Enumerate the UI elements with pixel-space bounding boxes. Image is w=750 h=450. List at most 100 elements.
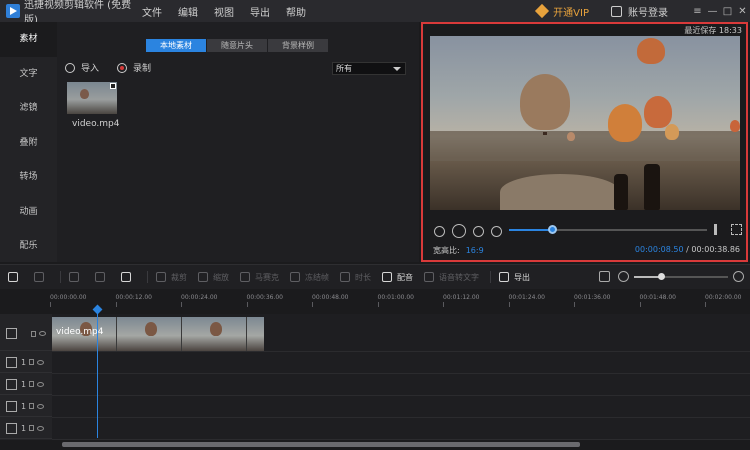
menu-edit[interactable]: 编辑 <box>178 4 214 19</box>
filter-value: 所有 <box>336 64 352 73</box>
sidebar-item-material[interactable]: 素材 <box>0 22 57 57</box>
next-frame-icon[interactable] <box>473 225 484 237</box>
lock-icon[interactable] <box>29 381 35 387</box>
zoom-slider-knob[interactable] <box>658 272 666 280</box>
menu-file[interactable]: 文件 <box>142 4 178 19</box>
menu-help[interactable]: 帮助 <box>286 4 322 19</box>
import-button[interactable]: 导入 <box>65 61 99 74</box>
add-to-timeline-icon[interactable] <box>110 83 116 89</box>
media-filter-select[interactable]: 所有 <box>332 62 406 75</box>
edit-icon <box>69 272 79 282</box>
media-thumbnail[interactable] <box>67 82 117 114</box>
menu-icon[interactable]: ≡ <box>690 6 705 17</box>
tab-intro[interactable]: 随意片头 <box>207 39 267 52</box>
lock-icon[interactable] <box>29 425 35 431</box>
sidebar-item-text[interactable]: 文字 <box>0 57 57 92</box>
duration-label: 时长 <box>355 272 371 282</box>
fit-timeline-icon[interactable] <box>599 271 610 282</box>
close-icon[interactable]: ✕ <box>735 6 750 17</box>
vip-button[interactable]: 开通VIP <box>535 3 589 19</box>
clip-frame <box>117 317 182 351</box>
zoom-out-icon[interactable] <box>618 271 629 282</box>
zoom-slider[interactable] <box>634 272 728 280</box>
sidebar-item-overlay[interactable]: 叠附 <box>0 126 57 161</box>
app-logo-icon <box>6 4 20 18</box>
mosaic-label: 马赛克 <box>255 272 279 282</box>
video-preview-frame[interactable] <box>430 36 740 210</box>
ruler-tick-label: 00:01:00.00 <box>377 294 414 307</box>
delete-button[interactable] <box>121 272 136 282</box>
lock-icon[interactable] <box>29 403 35 409</box>
undo-button[interactable] <box>8 272 23 282</box>
lock-icon[interactable] <box>31 330 36 337</box>
titlebar-right: 开通VIP 账号登录 ≡ — □ ✕ <box>535 0 750 22</box>
track-lane-overlay[interactable] <box>52 352 750 374</box>
timeline-scrollbar-thumb[interactable] <box>62 442 580 447</box>
ruler-tick-label: 00:00:00.00 <box>50 294 87 307</box>
redo-button[interactable] <box>34 272 49 282</box>
preview-panel: 最近保存 18:33 宽高比: 16:9 00:00:08.50 / 00:00… <box>421 22 748 262</box>
seek-knob[interactable] <box>547 225 557 234</box>
playback-controls <box>434 224 509 238</box>
aspect-ratio[interactable]: 宽高比: 16:9 <box>433 245 484 256</box>
fullscreen-icon[interactable] <box>731 224 742 235</box>
voiceover-button[interactable]: 配音 <box>382 272 413 283</box>
track-lane-text[interactable] <box>52 374 750 396</box>
preview-balloon <box>567 132 575 141</box>
toolbar-divider <box>60 271 61 283</box>
export-label: 导出 <box>514 272 530 282</box>
previous-frame-icon[interactable] <box>434 225 445 237</box>
tab-local-material[interactable]: 本地素材 <box>146 39 206 52</box>
volume-icon[interactable] <box>714 224 726 235</box>
eye-icon[interactable] <box>37 359 45 365</box>
tab-background[interactable]: 背景样例 <box>268 39 328 52</box>
timeline-scrollbar[interactable] <box>52 440 750 450</box>
sidebar-item-animation[interactable]: 动画 <box>0 195 57 230</box>
maximize-icon[interactable]: □ <box>720 6 735 17</box>
record-button[interactable]: 录制 <box>117 61 151 74</box>
menu-export[interactable]: 导出 <box>250 4 286 19</box>
export-button[interactable]: 导出 <box>499 272 530 283</box>
timeline-ruler[interactable]: 00:00:00.00 00:00:12.00 00:00:24.00 00:00:3… <box>50 294 750 314</box>
duration-icon <box>340 272 350 282</box>
import-icon <box>65 62 75 73</box>
zoom-in-icon[interactable] <box>733 271 744 282</box>
track-lane-voice[interactable] <box>52 418 750 440</box>
eye-icon[interactable] <box>39 331 46 336</box>
clip-frame <box>182 317 247 351</box>
zoom-button[interactable]: 缩放 <box>198 272 229 283</box>
mosaic-icon <box>240 272 250 282</box>
menu-view[interactable]: 视图 <box>214 4 250 19</box>
preview-balloon <box>608 104 642 142</box>
track-lane-music[interactable] <box>52 396 750 418</box>
ruler-tick-label: 00:01:12.00 <box>443 294 480 307</box>
eye-icon[interactable] <box>37 425 45 431</box>
aspect-ratio-label: 宽高比: <box>433 246 460 255</box>
sidebar-item-filter[interactable]: 滤镜 <box>0 91 57 126</box>
split-button[interactable] <box>95 272 110 282</box>
sidebar-item-transition[interactable]: 转场 <box>0 160 57 195</box>
sidebar-item-music[interactable]: 配乐 <box>0 229 57 264</box>
edit-button[interactable] <box>69 272 84 282</box>
chevron-down-icon <box>393 67 401 71</box>
seek-bar[interactable] <box>509 229 707 231</box>
aspect-ratio-value: 16:9 <box>465 246 484 255</box>
minimize-icon[interactable]: — <box>705 6 720 17</box>
lock-icon[interactable] <box>29 359 35 365</box>
eye-icon[interactable] <box>37 403 45 409</box>
crop-button[interactable]: 裁剪 <box>156 272 187 283</box>
duration-button[interactable]: 时长 <box>340 272 371 283</box>
film-track-icon <box>6 356 17 368</box>
text-track-icon <box>6 378 17 390</box>
preview-balloon <box>520 74 570 130</box>
account-button[interactable]: 账号登录 <box>611 4 668 19</box>
stop-icon[interactable] <box>491 225 502 237</box>
mosaic-button[interactable]: 马赛克 <box>240 272 279 283</box>
sidebar: 素材 文字 滤镜 叠附 转场 动画 配乐 <box>0 22 57 262</box>
freeze-frame-button[interactable]: 冻结帧 <box>290 272 329 283</box>
play-icon[interactable] <box>452 224 466 238</box>
speech-to-text-button[interactable]: 语音转文字 <box>424 272 479 283</box>
media-tabs: 本地素材 随意片头 背景样例 <box>146 39 329 52</box>
eye-icon[interactable] <box>37 381 45 387</box>
ruler-tick-label: 00:02:00.00 <box>705 294 742 307</box>
